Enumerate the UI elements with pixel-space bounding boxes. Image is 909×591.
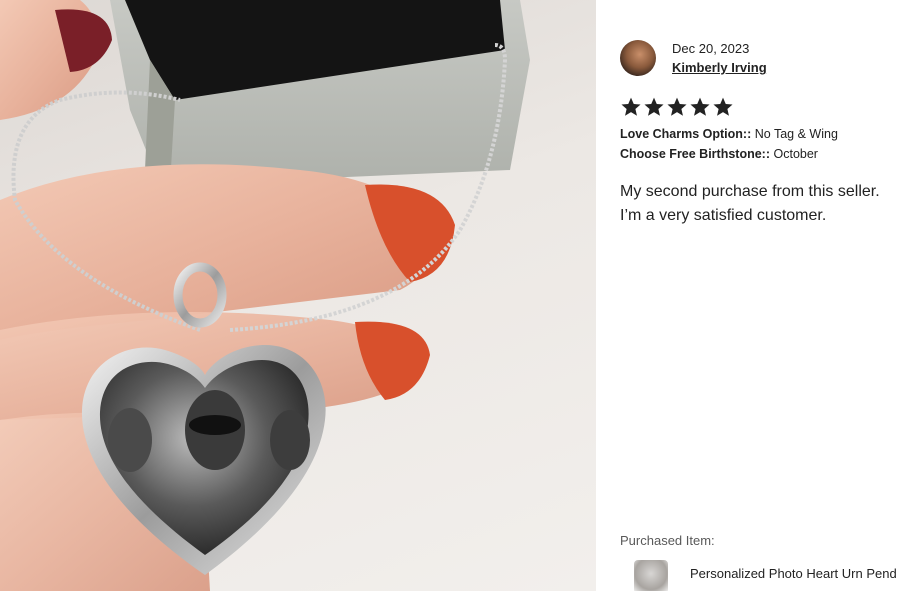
- option-label: Love Charms Option::: [620, 127, 752, 141]
- reviewer-avatar[interactable]: [620, 40, 656, 76]
- pendant-photo-illustration: [0, 0, 530, 591]
- star-icon: [667, 97, 687, 116]
- option-value: October: [773, 147, 818, 161]
- review-text-line: My second purchase from this seller.: [620, 183, 880, 200]
- reviewer-name-link[interactable]: Kimberly Irving: [672, 60, 767, 75]
- option-label: Choose Free Birthstone::: [620, 147, 771, 161]
- purchased-item-label: Purchased Item:: [620, 533, 715, 548]
- review-text-line: I’m a very satisfied customer.: [620, 207, 827, 224]
- purchased-item-thumbnail[interactable]: [634, 560, 668, 591]
- star-icon: [713, 97, 733, 116]
- review-option-row: Choose Free Birthstone:: October: [620, 147, 818, 161]
- purchased-item-link[interactable]: Personalized Photo Heart Urn Pend: [690, 566, 897, 581]
- star-icon: [621, 97, 641, 116]
- review-panel: Dec 20, 2023 Kimberly Irving Love Charms…: [596, 0, 909, 591]
- review-date: Dec 20, 2023: [672, 41, 750, 56]
- review-text: My second purchase from this seller. I’m…: [620, 180, 909, 228]
- option-value: No Tag & Wing: [754, 127, 838, 141]
- review-photo[interactable]: [0, 0, 596, 591]
- review-option-row: Love Charms Option:: No Tag & Wing: [620, 127, 838, 141]
- star-icon: [690, 97, 710, 116]
- star-rating: [620, 96, 734, 118]
- star-icon: [644, 97, 664, 116]
